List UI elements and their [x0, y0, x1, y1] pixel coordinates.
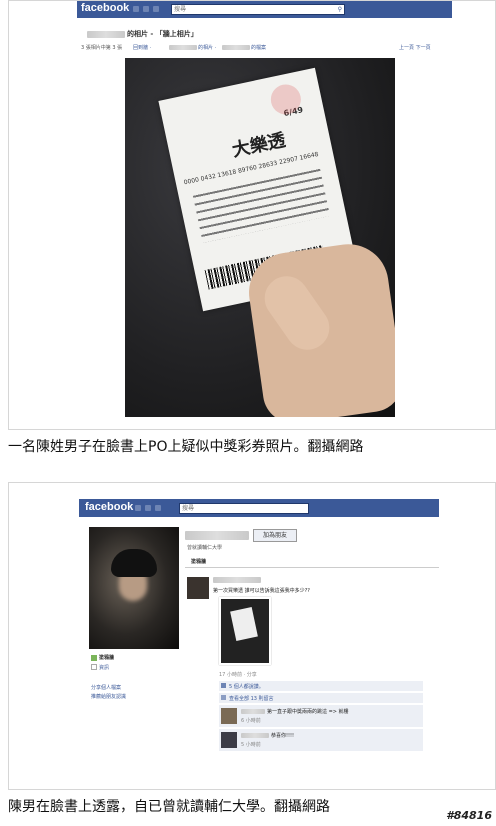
friends-icon[interactable]: [133, 6, 139, 12]
search-placeholder: 搜尋: [182, 505, 195, 512]
friends-icon[interactable]: [135, 505, 141, 511]
add-friend-button[interactable]: 加為朋友: [253, 529, 297, 542]
suggest-friends-link[interactable]: 推薦給朋友認識: [91, 693, 126, 700]
blurred-name-1: [169, 45, 197, 50]
post-avatar[interactable]: [187, 577, 209, 599]
hair: [111, 549, 157, 577]
profile-link[interactable]: 的檔案: [251, 44, 266, 51]
likes-text[interactable]: 5 個人都說讚。: [229, 683, 264, 690]
profile-name: [185, 531, 249, 540]
ticket-brand: 大樂透: [230, 129, 288, 162]
view-all-comments[interactable]: 查看全部 13 則留言: [229, 695, 274, 702]
search-placeholder: 搜尋: [174, 6, 187, 13]
comment-icon: [221, 695, 226, 700]
screenshot-panel-1: facebook 搜尋 ⚲ 的相片 - 「牆上相片」 3 張相片中第 3 張 回…: [8, 0, 496, 430]
comment-time-1: 6 小時前: [241, 718, 261, 724]
comment-author-1[interactable]: [241, 709, 265, 714]
search-icon[interactable]: ⚲: [338, 5, 342, 14]
blurred-name-2: [222, 45, 250, 50]
add-friend-label: 加為朋友: [262, 532, 287, 539]
album-owner-name: [87, 31, 125, 38]
comment-row-1: 第一直子跟中獎兩兩的跳這 => 就樓 6 小時前: [219, 705, 423, 727]
comment-avatar-1[interactable]: [221, 708, 237, 724]
watermark: #84816: [446, 809, 492, 822]
prev-next-links[interactable]: 上一頁 下一頁: [399, 44, 431, 51]
post-photo-ticket: [230, 607, 258, 641]
facebook-top-bar: facebook 搜尋: [79, 499, 439, 517]
comment-avatar-2[interactable]: [221, 732, 237, 748]
facebook-logo[interactable]: facebook: [85, 501, 133, 513]
post-author[interactable]: [213, 577, 261, 583]
comment-text-1: 第一直子跟中獎兩兩的跳這 => 就樓: [267, 709, 349, 715]
comment-time-2: 5 小時前: [241, 742, 261, 748]
wall-tab-bar: 塗鴉牆: [185, 555, 439, 568]
messages-icon[interactable]: [143, 6, 149, 12]
search-input[interactable]: 搜尋: [179, 503, 309, 514]
sidebar-wall[interactable]: 塗鴉牆: [99, 654, 114, 661]
back-to-wall-link[interactable]: 回到牆 ·: [133, 44, 151, 51]
comment-author-2[interactable]: [241, 733, 269, 738]
post-text: 第一次買樂透 誰可以告訴我這張我中多少??: [213, 588, 310, 594]
profile-picture[interactable]: [89, 527, 179, 649]
like-icon: [221, 683, 226, 688]
post-time[interactable]: 17 小時前 · 分享: [219, 671, 257, 678]
album-title: 的相片 - 「牆上相片」: [127, 30, 198, 38]
comment-text-2: 恭喜你!!!!: [271, 733, 295, 739]
education-line: 曾就讀輔仁大學: [187, 545, 223, 551]
share-profile-link[interactable]: 分享個人檔案: [91, 684, 121, 691]
tab-wall[interactable]: 塗鴉牆: [191, 558, 206, 565]
lottery-photo[interactable]: 大樂透 6/49 0000 0432 13618 89760 28633 229…: [125, 58, 395, 417]
screenshot-panel-2: facebook 搜尋 塗鴉牆 資訊 分享個人檔案 推薦給朋友認識 加為朋友 曾…: [8, 482, 496, 790]
messages-icon[interactable]: [145, 505, 151, 511]
photos-link[interactable]: 的相片 ·: [198, 44, 216, 51]
view-all-comments-row[interactable]: 查看全部 13 則留言: [219, 693, 423, 703]
info-icon: [91, 664, 97, 670]
likes-row: 5 個人都說讚。: [219, 681, 423, 691]
caption-2: 陳男在臉書上透露，自已曾就讀輔仁大學。翻攝網路: [8, 799, 330, 815]
notifications-icon[interactable]: [153, 6, 159, 12]
caption-1: 一名陳姓男子在臉書上PO上疑似中獎彩券照片。翻攝網路: [8, 439, 364, 455]
wall-icon: [91, 655, 97, 661]
comment-row-2: 恭喜你!!!! 5 小時前: [219, 729, 423, 751]
photo-count: 3 張相片中第 3 張: [81, 45, 123, 51]
notifications-icon[interactable]: [155, 505, 161, 511]
facebook-top-bar: facebook 搜尋 ⚲: [77, 1, 452, 18]
search-input[interactable]: 搜尋 ⚲: [171, 4, 345, 15]
sidebar-info[interactable]: 資訊: [99, 664, 109, 671]
post-photo[interactable]: [219, 597, 271, 665]
facebook-logo[interactable]: facebook: [81, 2, 129, 14]
